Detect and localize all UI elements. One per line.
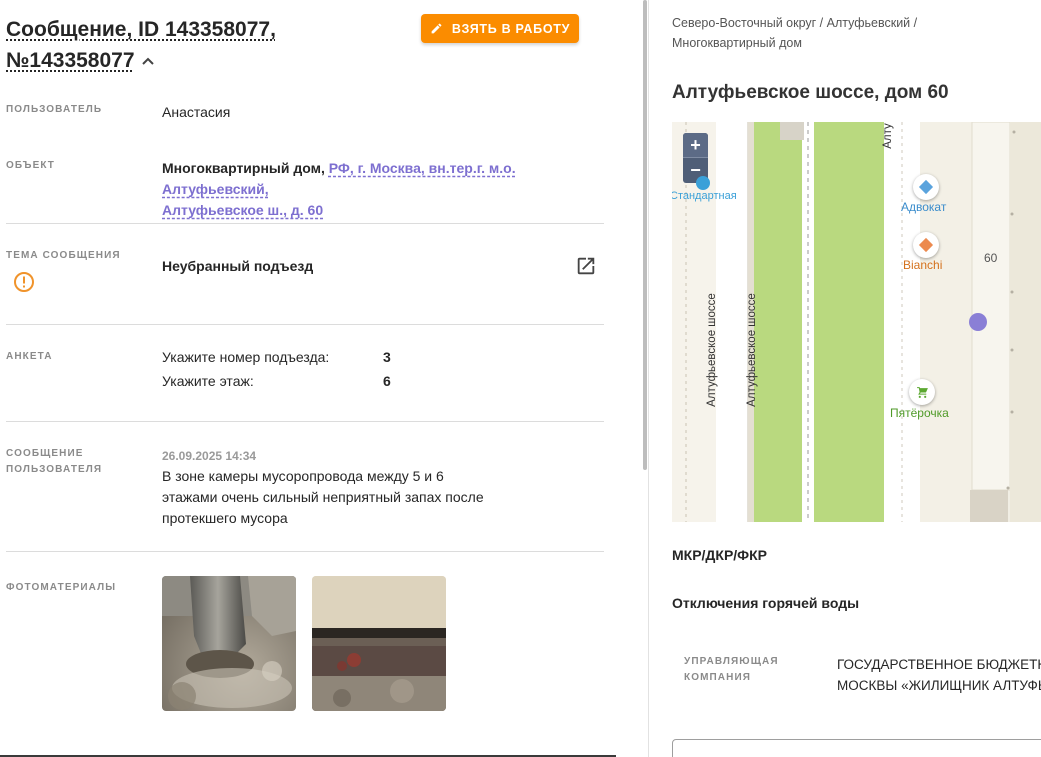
bottom-card <box>672 739 1041 757</box>
take-to-work-button[interactable]: ВЗЯТЬ В РАБОТУ <box>421 14 579 43</box>
survey-question-2: Укажите этаж: <box>162 373 254 389</box>
zoom-in-button[interactable]: + <box>683 133 708 158</box>
topic-value: Неубранный подъезд <box>162 258 314 274</box>
management-company-line-2: МОСКВЫ «ЖИЛИЩНИК АЛТУФЬЕВСКИЙ» <box>837 678 1041 693</box>
divider <box>6 324 604 325</box>
user-value: Анастасия <box>162 104 231 120</box>
message-text-line-2: этажами очень сильный неприятный запах п… <box>162 489 484 505</box>
breadcrumb-line-2[interactable]: Многоквартирный дом <box>672 36 802 50</box>
house-number-label: 60 <box>984 251 998 265</box>
breadcrumb-line-1[interactable]: Северо-Восточный округ / Алтуфьевский / <box>672 16 917 30</box>
divider <box>6 551 604 552</box>
section-hot-water-heading: Отключения горячей воды <box>672 595 860 611</box>
road-label-1: Алтуфьевское шоссе <box>706 293 718 407</box>
left-scrollbar[interactable] <box>643 0 647 470</box>
road-label-3: Алту <box>882 123 894 149</box>
management-company-label-1: УПРАВЛЯЮЩАЯ <box>684 656 779 667</box>
lawyer-poi-icon[interactable] <box>913 174 939 200</box>
management-company-label-2: КОМПАНИЯ <box>684 672 752 683</box>
message-text: В зоне камеры мусоропровода между 5 и 6 … <box>162 466 562 529</box>
page-title: Сообщение, ID 143358077, №143358077 <box>6 14 306 76</box>
user-label: ПОЛЬЗОВАТЕЛЬ <box>6 104 103 115</box>
map-marker[interactable] <box>969 313 987 331</box>
building-address: Алтуфьевское шоссе, дом 60 <box>672 82 949 103</box>
management-company-label: УПРАВЛЯЮЩАЯ КОМПАНИЯ <box>684 654 779 686</box>
object-value: Многоквартирный дом, РФ, г. Москва, вн.т… <box>162 158 612 221</box>
management-company-line-1: ГОСУДАРСТВЕННОЕ БЮДЖЕТНОЕ <box>837 657 1041 672</box>
road-label-2: Алтуфьевское шоссе <box>746 293 758 407</box>
bus-stop-label: Стандартная <box>672 190 737 202</box>
message-label: СООБЩЕНИЕ ПОЛЬЗОВАТЕЛЯ <box>6 446 102 478</box>
bianchi-poi-icon[interactable] <box>913 232 939 258</box>
message-label-2: ПОЛЬЗОВАТЕЛЯ <box>6 464 103 475</box>
message-text-line-3: протекшего мусора <box>162 510 288 526</box>
bianchi-poi-label: Bianchi <box>903 258 943 272</box>
lawyer-poi-label: Адвокат <box>901 200 947 214</box>
title-line-1: Сообщение, ID 143358077, <box>6 18 276 41</box>
photo-thumbnail-1[interactable] <box>162 576 296 711</box>
panel-separator <box>648 0 649 757</box>
survey-label: АНКЕТА <box>6 351 53 362</box>
survey-question-1: Укажите номер подъезда: <box>162 349 330 365</box>
message-panel: Сообщение, ID 143358077, №143358077 ВЗЯТ… <box>0 0 616 757</box>
topic-label: ТЕМА СООБЩЕНИЯ <box>6 250 121 261</box>
object-type: Многоквартирный дом, <box>162 160 325 176</box>
survey-answer-2: 6 <box>383 373 391 389</box>
take-to-work-label: ВЗЯТЬ В РАБОТУ <box>451 21 571 36</box>
survey-answer-1: 3 <box>383 349 391 365</box>
divider <box>6 421 604 422</box>
management-company-value: ГОСУДАРСТВЕННОЕ БЮДЖЕТНОЕ МОСКВЫ «ЖИЛИЩН… <box>837 654 1041 696</box>
shop-poi-label: Пятёрочка <box>890 406 949 420</box>
photo-thumbnail-2[interactable] <box>312 576 446 711</box>
photos-label: ФОТОМАТЕРИАЛЫ <box>6 582 117 593</box>
pencil-icon <box>431 23 442 34</box>
shop-poi-icon[interactable] <box>909 379 935 405</box>
divider <box>6 223 604 224</box>
section-mkr-heading: МКР/ДКР/ФКР <box>672 547 768 563</box>
message-date: 26.09.2025 14:34 <box>162 449 257 463</box>
breadcrumb: Северо-Восточный округ / Алтуфьевский / … <box>672 13 1032 53</box>
message-text-line-1: В зоне камеры мусоропровода между 5 и 6 <box>162 468 444 484</box>
message-label-1: СООБЩЕНИЕ <box>6 448 84 459</box>
object-label: ОБЪЕКТ <box>6 160 56 171</box>
title-line-2: №143358077 <box>6 49 135 72</box>
chevron-up-icon[interactable] <box>141 44 155 75</box>
object-address-link-2[interactable]: Алтуфьевское ш., д. 60 <box>162 202 323 218</box>
bus-stop-icon[interactable] <box>696 176 710 190</box>
open-external-icon[interactable] <box>575 255 597 282</box>
map-view[interactable]: + − Стандартная Алтуфьевское шоссе Алтуф… <box>672 122 1041 522</box>
warning-icon <box>13 271 35 298</box>
